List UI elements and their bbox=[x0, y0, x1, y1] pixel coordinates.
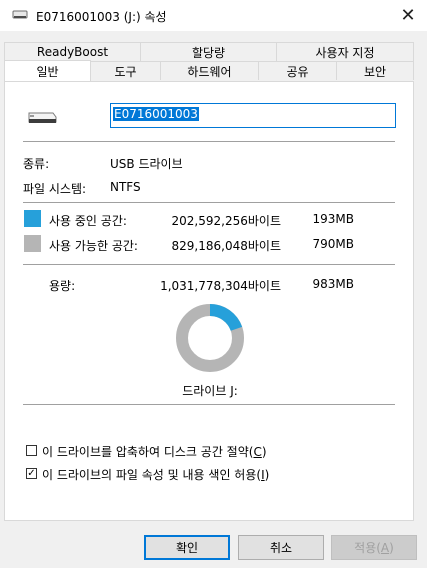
compress-label-text: 이 드라이브를 압축하여 디스크 공간 절약( bbox=[42, 445, 254, 459]
cancel-button[interactable]: 취소 bbox=[238, 535, 324, 560]
apply-button[interactable]: 적용(A) bbox=[331, 535, 417, 560]
tab-readyboost[interactable]: ReadyBoost bbox=[4, 42, 141, 61]
usb-drive-icon bbox=[12, 10, 28, 19]
free-space-swatch bbox=[24, 235, 41, 252]
used-space-bytes: 202,592,256바이트 bbox=[171, 214, 281, 228]
apply-accesskey: A bbox=[380, 540, 390, 555]
compress-checkbox[interactable] bbox=[26, 445, 37, 456]
tab-quota[interactable]: 할당량 bbox=[140, 42, 277, 61]
index-checkbox[interactable]: ✓ bbox=[26, 468, 37, 479]
compress-label[interactable]: 이 드라이브를 압축하여 디스크 공간 절약(C) bbox=[42, 443, 267, 460]
general-panel: E0716001003 종류: USB 드라이브 파일 시스템: NTFS 사용… bbox=[4, 81, 414, 521]
used-space-size: 193MB bbox=[312, 212, 355, 226]
compress-accesskey: C bbox=[253, 445, 262, 459]
filesystem-value: NTFS bbox=[110, 180, 141, 194]
free-space-size: 790MB bbox=[312, 237, 355, 251]
capacity-size: 983MB bbox=[312, 277, 355, 291]
free-space-label: 사용 가능한 공간: bbox=[49, 239, 138, 253]
tab-row-1: ReadyBoost 할당량 사용자 지정 bbox=[4, 42, 414, 61]
drive-caption: 드라이브 J: bbox=[182, 384, 238, 398]
usb-drive-icon bbox=[28, 112, 57, 123]
tab-hardware[interactable]: 하드웨어 bbox=[160, 61, 259, 80]
capacity-bytes: 1,031,778,304바이트 bbox=[160, 279, 281, 293]
index-label-end: ) bbox=[264, 468, 270, 482]
used-space-swatch bbox=[24, 210, 41, 227]
index-label-text: 이 드라이브의 파일 속성 및 내용 색인 허용( bbox=[42, 468, 262, 482]
drive-name-value: E0716001003 bbox=[113, 107, 199, 121]
index-label[interactable]: 이 드라이브의 파일 속성 및 내용 색인 허용(I) bbox=[42, 466, 269, 483]
separator bbox=[23, 264, 395, 265]
separator bbox=[23, 141, 395, 142]
disk-usage-donut bbox=[176, 304, 244, 372]
title-bar: E0716001003 (J:) 속성 ✕ bbox=[0, 0, 427, 31]
free-space-bytes: 829,186,048바이트 bbox=[171, 239, 281, 253]
filesystem-label: 파일 시스템: bbox=[23, 182, 87, 196]
ok-button[interactable]: 확인 bbox=[144, 535, 230, 560]
tab-general[interactable]: 일반 bbox=[4, 60, 91, 81]
close-button[interactable]: ✕ bbox=[389, 0, 427, 31]
tab-tools[interactable]: 도구 bbox=[90, 61, 161, 80]
tab-sharing[interactable]: 공유 bbox=[258, 61, 337, 80]
capacity-label: 용량: bbox=[49, 279, 76, 293]
tab-row-2: 일반 도구 하드웨어 공유 보안 bbox=[4, 60, 414, 81]
apply-label: 적용( bbox=[354, 541, 381, 555]
used-space-label: 사용 중인 공간: bbox=[49, 214, 127, 228]
window-title: E0716001003 (J:) 속성 bbox=[36, 10, 167, 24]
tab-customize[interactable]: 사용자 지정 bbox=[276, 42, 414, 61]
separator bbox=[23, 404, 395, 405]
separator bbox=[23, 202, 395, 203]
tab-security[interactable]: 보안 bbox=[336, 61, 414, 80]
close-icon: ✕ bbox=[400, 5, 416, 26]
type-value: USB 드라이브 bbox=[110, 157, 183, 171]
compress-label-end: ) bbox=[261, 445, 267, 459]
drive-name-field[interactable]: E0716001003 bbox=[110, 103, 396, 128]
apply-label-end: ) bbox=[389, 540, 394, 555]
type-label: 종류: bbox=[23, 157, 50, 171]
